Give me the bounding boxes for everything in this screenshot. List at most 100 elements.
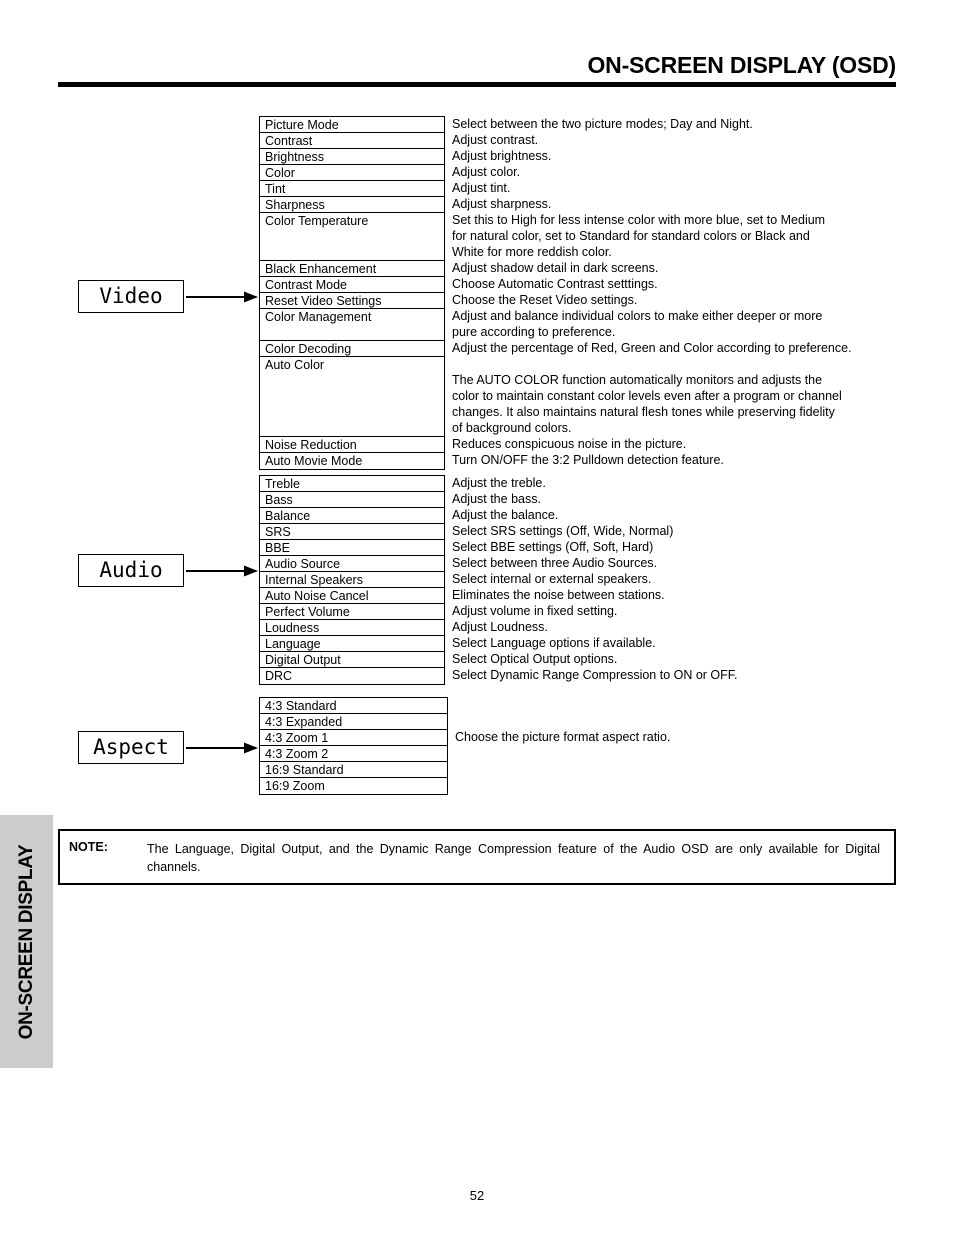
description-line: White for more reddish color. [452, 245, 612, 259]
option-row[interactable]: Auto Noise Cancel [260, 588, 444, 604]
option-row[interactable]: Picture Mode [260, 117, 444, 133]
option-description: Select Language options if available. [452, 635, 902, 651]
menu-label-video[interactable]: Video [78, 280, 184, 313]
option-row[interactable]: Brightness [260, 149, 444, 165]
description-line: color to maintain constant color levels … [452, 389, 842, 403]
option-row[interactable]: 16:9 Standard [260, 762, 447, 778]
option-label: 16:9 Standard [265, 763, 344, 777]
option-description: Choose the picture format aspect ratio. [455, 729, 905, 745]
option-label: Reset Video Settings [265, 294, 382, 308]
option-row[interactable]: Contrast Mode [260, 277, 444, 293]
description-line: Choose the Reset Video settings. [452, 293, 638, 307]
option-label: Language [265, 637, 321, 651]
option-row[interactable]: Audio Source [260, 556, 444, 572]
option-row[interactable]: Reset Video Settings [260, 293, 444, 309]
description-line [452, 356, 902, 372]
option-description: Adjust the treble. [452, 475, 902, 491]
option-description [455, 713, 905, 729]
option-label: 4:3 Zoom 2 [265, 747, 329, 761]
option-row[interactable]: 16:9 Zoom [260, 778, 447, 794]
arrow-right-icon-audio [186, 565, 258, 577]
option-description: Set this to High for less intense color … [452, 212, 902, 260]
option-row[interactable]: Digital Output [260, 652, 444, 668]
description-line: Adjust brightness. [452, 149, 552, 163]
description-column-audio: Adjust the treble. Adjust the bass. Adjust… [452, 475, 902, 683]
chapter-side-tab-label: ON-SCREEN DISPLAY [15, 844, 37, 1039]
option-description: Select SRS settings (Off, Wide, Normal) [452, 523, 902, 539]
note-text: The Language, Digital Output, and the Dy… [147, 842, 880, 874]
description-line: Adjust and balance individual colors to … [452, 309, 823, 323]
option-row[interactable]: 4:3 Expanded [260, 714, 447, 730]
description-line: Adjust sharpness. [452, 197, 552, 211]
description-line: Adjust the balance. [452, 508, 559, 522]
menu-label-audio[interactable]: Audio [78, 554, 184, 587]
option-row[interactable]: BBE [260, 540, 444, 556]
option-description: Select between three Audio Sources. [452, 555, 902, 571]
description-line: Choose the picture format aspect ratio. [455, 730, 671, 744]
option-label: Black Enhancement [265, 262, 377, 276]
option-row[interactable]: Color [260, 165, 444, 181]
option-table-video: Picture Mode Contrast Brightness Color Tint S… [259, 116, 445, 470]
option-row[interactable]: Black Enhancement [260, 261, 444, 277]
option-row[interactable]: Bass [260, 492, 444, 508]
option-label: Picture Mode [265, 118, 339, 132]
option-label: Balance [265, 509, 311, 523]
option-row[interactable]: 4:3 Standard [260, 698, 447, 714]
option-row[interactable]: Color Management [260, 309, 444, 341]
note-label: NOTE: [69, 840, 108, 854]
description-line: Select SRS settings (Off, Wide, Normal) [452, 524, 674, 538]
option-row[interactable]: Treble [260, 476, 444, 492]
option-row[interactable]: Color Temperature [260, 213, 444, 261]
option-description [455, 745, 905, 761]
description-column-aspect: Choose the picture format aspect ratio. [455, 697, 905, 793]
description-line: Adjust the percentage of Red, Green and … [452, 341, 852, 355]
option-row[interactable]: 4:3 Zoom 1 [260, 730, 447, 746]
option-row[interactable]: Color Decoding [260, 341, 444, 357]
option-label: 16:9 Zoom [265, 779, 325, 793]
option-label: Digital Output [265, 653, 341, 667]
option-description: Adjust the bass. [452, 491, 902, 507]
option-row[interactable]: Perfect Volume [260, 604, 444, 620]
option-row[interactable]: Noise Reduction [260, 437, 444, 453]
option-label: Color [265, 166, 295, 180]
description-line: for natural color, set to Standard for s… [452, 229, 810, 243]
description-line: The AUTO COLOR function automatically mo… [452, 373, 823, 387]
description-line: Adjust shadow detail in dark screens. [452, 261, 659, 275]
option-description: Adjust and balance individual colors to … [452, 308, 902, 340]
page-title: ON-SCREEN DISPLAY (OSD) [587, 52, 896, 78]
option-row[interactable]: Internal Speakers [260, 572, 444, 588]
menu-label-aspect[interactable]: Aspect [78, 731, 184, 764]
option-description: Select between the two picture modes; Da… [452, 116, 902, 132]
option-row[interactable]: Sharpness [260, 197, 444, 213]
option-label: Auto Color [265, 358, 325, 372]
option-row[interactable]: Loudness [260, 620, 444, 636]
description-line [455, 777, 905, 793]
option-description: Adjust Loudness. [452, 619, 902, 635]
option-table-audio: Treble Bass Balance SRS BBE Audio Source Inter… [259, 475, 445, 685]
option-description: Choose the Reset Video settings. [452, 292, 902, 308]
option-description: Adjust brightness. [452, 148, 902, 164]
description-line: of background colors. [452, 421, 572, 435]
option-label: Sharpness [265, 198, 325, 212]
option-label: SRS [265, 525, 291, 539]
option-row[interactable]: 4:3 Zoom 2 [260, 746, 447, 762]
option-row[interactable]: Auto Color [260, 357, 444, 437]
option-row[interactable]: SRS [260, 524, 444, 540]
option-row[interactable]: Tint [260, 181, 444, 197]
chapter-side-tab: ON-SCREEN DISPLAY [0, 815, 53, 1068]
option-description: Adjust shadow detail in dark screens. [452, 260, 902, 276]
description-line: Adjust the treble. [452, 476, 546, 490]
option-row[interactable]: Contrast [260, 133, 444, 149]
option-label: 4:3 Zoom 1 [265, 731, 329, 745]
description-line [455, 697, 905, 713]
description-line: Choose Automatic Contrast setttings. [452, 277, 658, 291]
option-row[interactable]: Balance [260, 508, 444, 524]
description-line: Select Language options if available. [452, 636, 656, 650]
option-label: 4:3 Expanded [265, 715, 343, 729]
option-row[interactable]: Language [260, 636, 444, 652]
option-label: BBE [265, 541, 291, 555]
option-label: Perfect Volume [265, 605, 350, 619]
option-row[interactable]: Auto Movie Mode [260, 453, 444, 469]
option-row[interactable]: DRC [260, 668, 444, 684]
arrow-right-icon-aspect [186, 742, 258, 754]
